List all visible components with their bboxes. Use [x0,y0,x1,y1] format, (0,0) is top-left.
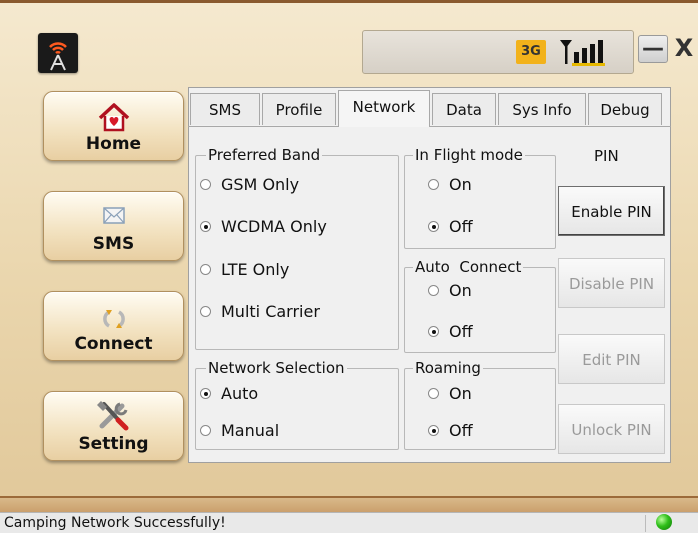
wcdma-only-radio[interactable]: WCDMA Only [200,217,327,237]
connection-status-icon [656,514,672,530]
network-selection-title: Network Selection [206,359,347,377]
sms-button[interactable]: SMS [43,191,184,261]
pin-title: PIN [594,147,619,165]
network-manual-radio[interactable]: Manual [200,421,279,441]
enable-pin-button[interactable]: Enable PIN [558,186,665,236]
connect-button[interactable]: Connect [43,291,184,361]
network-auto-radio[interactable]: Auto [200,384,258,404]
radio-dot [428,285,439,296]
setting-button[interactable]: Setting [43,391,184,461]
radio-dot [428,425,439,436]
tower-antenna-icon [38,33,78,73]
tab-sms[interactable]: SMS [190,93,260,125]
radio-dot [200,425,211,436]
radio-dot [200,264,211,275]
radio-dot [200,221,211,232]
multi-carrier-radio[interactable]: Multi Carrier [200,302,320,322]
preferred-band-title: Preferred Band [206,146,323,164]
tab-sys-info[interactable]: Sys Info [498,93,586,125]
disable-pin-button[interactable]: Disable PIN [558,258,665,308]
auto-connect-group [404,267,556,353]
auto-connect-on-radio[interactable]: On [428,281,472,301]
status-divider [645,515,646,532]
close-button[interactable]: X [670,35,698,63]
sms-label: SMS [92,234,135,254]
lte-only-radio[interactable]: LTE Only [200,260,289,280]
signal-strength-icon [558,37,606,67]
tab-profile[interactable]: Profile [262,93,336,125]
radio-dot [428,179,439,190]
setting-label: Setting [78,434,149,454]
flight-mode-group [404,155,556,249]
roaming-title: Roaming [413,359,483,377]
radio-dot [200,306,211,317]
tab-network[interactable]: Network [338,90,430,127]
auto-connect-title: Auto Connect [413,258,524,276]
unlock-pin-button[interactable]: Unlock PIN [558,404,665,454]
network-type-badge: 3G [516,40,546,64]
envelope-icon [94,202,134,232]
radio-dot [428,326,439,337]
connect-label: Connect [74,334,153,354]
gsm-only-radio[interactable]: GSM Only [200,175,299,195]
minimize-button[interactable]: — [638,35,668,63]
flight-off-radio[interactable]: Off [428,217,473,237]
refresh-icon [94,302,134,332]
radio-dot [200,179,211,190]
tab-data[interactable]: Data [432,93,496,125]
status-text: Camping Network Successfully! [4,515,226,531]
flight-mode-title: In Flight mode [413,146,525,164]
radio-dot [428,221,439,232]
auto-connect-off-radio[interactable]: Off [428,322,473,342]
roaming-off-radio[interactable]: Off [428,421,473,441]
tools-icon [94,398,134,431]
radio-dot [428,388,439,399]
flight-on-radio[interactable]: On [428,175,472,195]
roaming-on-radio[interactable]: On [428,384,472,404]
radio-dot [200,388,211,399]
home-label: Home [85,134,142,154]
edit-pin-button[interactable]: Edit PIN [558,334,665,384]
roaming-group [404,368,556,450]
home-icon [94,102,134,132]
home-button[interactable]: Home [43,91,184,161]
tab-debug[interactable]: Debug [588,93,662,125]
status-bar: Camping Network Successfully! [0,512,698,533]
